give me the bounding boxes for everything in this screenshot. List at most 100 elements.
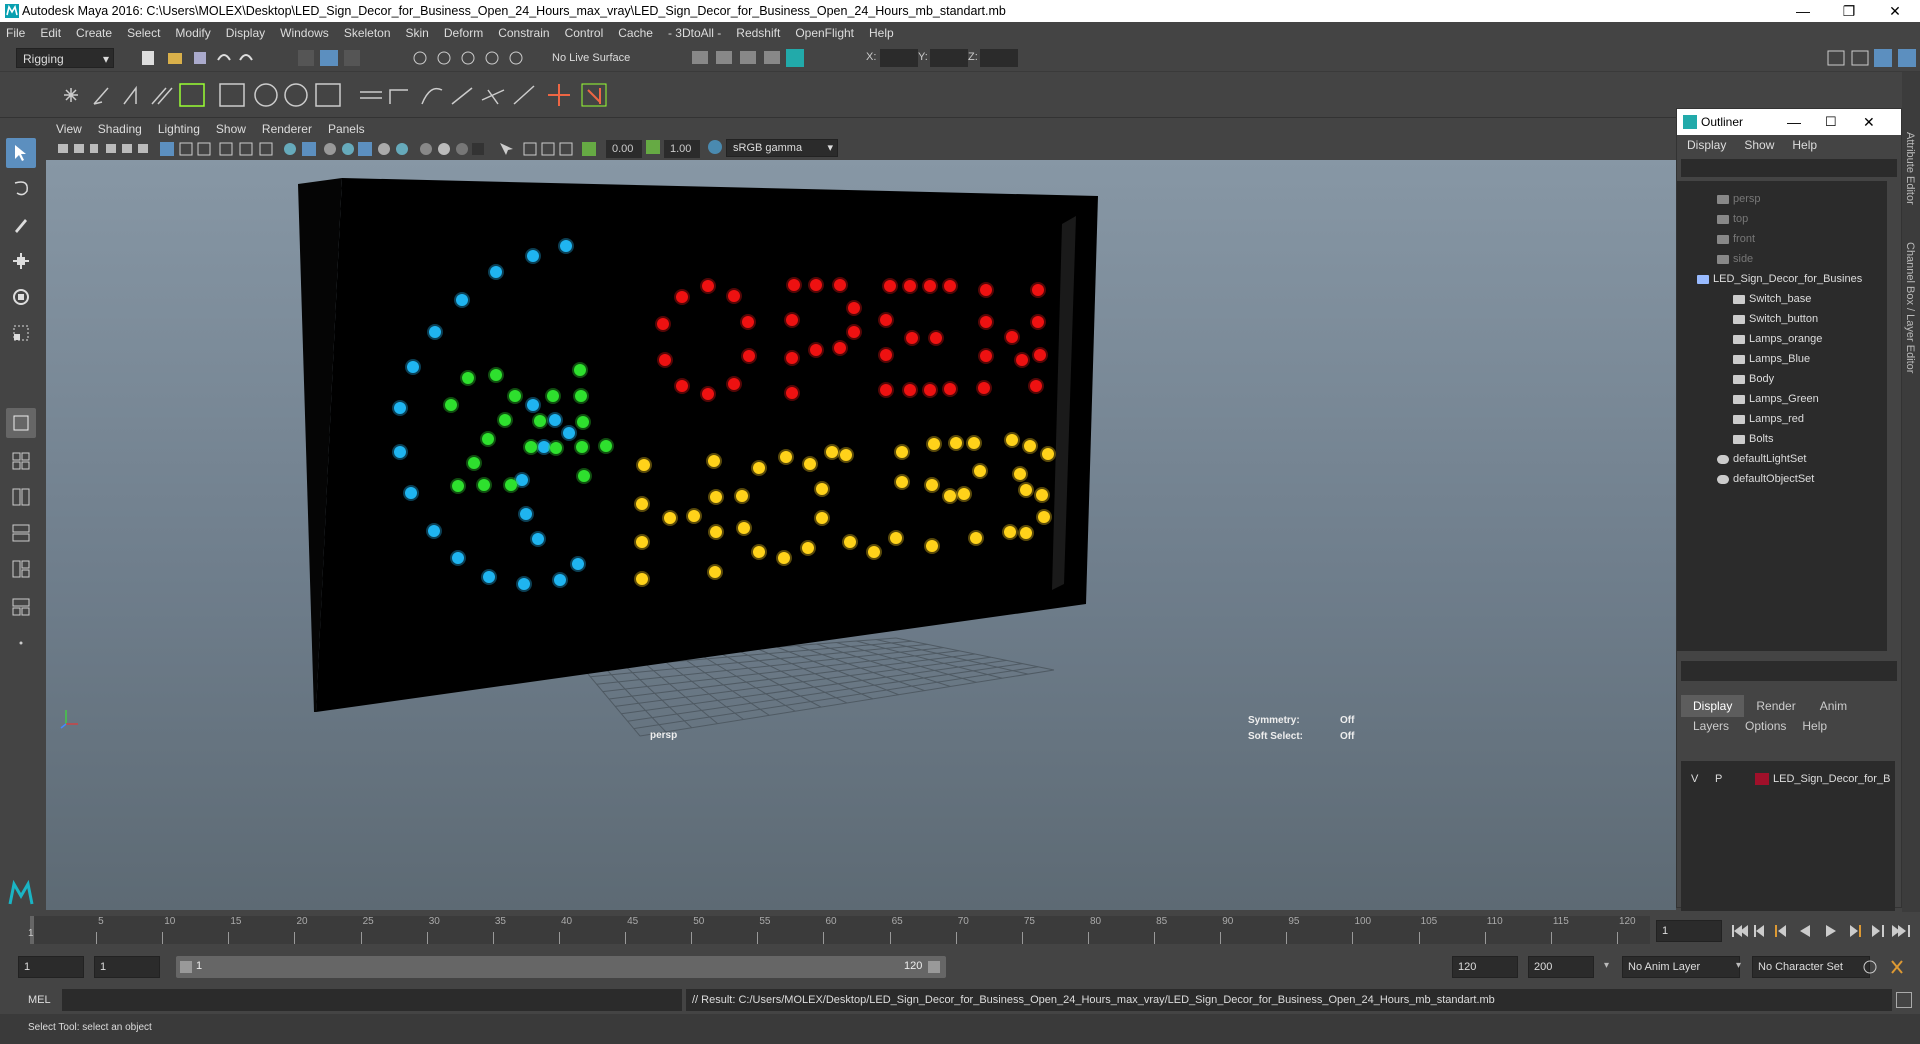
led-lamp[interactable] <box>688 510 700 522</box>
render-icons[interactable] <box>690 48 810 68</box>
four-view-icon[interactable] <box>6 446 36 476</box>
x-field[interactable] <box>880 49 918 67</box>
close-button[interactable]: ✕ <box>1872 0 1918 22</box>
led-lamp[interactable] <box>600 440 612 452</box>
led-lamp[interactable] <box>880 384 892 396</box>
led-lamp[interactable] <box>780 451 792 463</box>
led-lamp[interactable] <box>880 314 892 326</box>
led-lamp[interactable] <box>926 540 938 552</box>
led-lamp[interactable] <box>944 490 956 502</box>
outliner-item[interactable]: Body <box>1733 369 1774 389</box>
led-lamp[interactable] <box>576 441 588 453</box>
led-lamp[interactable] <box>549 414 561 426</box>
playback-start-field[interactable]: 1 <box>94 956 160 978</box>
led-lamp[interactable] <box>578 470 590 482</box>
script-editor-icon[interactable] <box>1896 992 1912 1008</box>
menu-create[interactable]: Create <box>76 26 112 40</box>
layer-playback-toggle[interactable]: P <box>1715 769 1722 789</box>
led-lamp[interactable] <box>636 498 648 510</box>
stacked-view-icon[interactable] <box>6 518 36 548</box>
menu-openflight[interactable]: OpenFlight <box>795 26 854 40</box>
led-lamp[interactable] <box>429 326 441 338</box>
range-start-handle[interactable] <box>180 961 192 973</box>
menu-display[interactable]: Display <box>226 26 265 40</box>
led-lamp[interactable] <box>710 491 722 503</box>
layer-menu-options[interactable]: Options <box>1745 719 1786 733</box>
led-lamp[interactable] <box>532 533 544 545</box>
led-lamp[interactable] <box>896 476 908 488</box>
outliner-menu-help[interactable]: Help <box>1792 138 1817 152</box>
led-lamp[interactable] <box>572 558 584 570</box>
led-lamp[interactable] <box>980 350 992 362</box>
led-lamp[interactable] <box>527 250 539 262</box>
snap-icons[interactable] <box>410 48 540 68</box>
character-set-dropdown[interactable]: No Character Set <box>1752 956 1870 978</box>
led-lamp[interactable] <box>518 578 530 590</box>
outliner-item[interactable]: Lamps_Blue <box>1733 349 1810 369</box>
led-lamp[interactable] <box>786 314 798 326</box>
led-lamp[interactable] <box>1004 526 1016 538</box>
led-lamp[interactable] <box>970 532 982 544</box>
led-lamp[interactable] <box>1036 489 1048 501</box>
exposure-field[interactable]: 0.00 <box>606 140 642 158</box>
led-lamp[interactable] <box>452 480 464 492</box>
led-lamp[interactable] <box>950 437 962 449</box>
led-lamp[interactable] <box>550 442 562 454</box>
gamma-toggle-icon[interactable] <box>646 140 660 154</box>
range-start-field[interactable]: 1 <box>18 956 84 978</box>
layer-visibility-toggle[interactable]: V <box>1691 769 1698 789</box>
led-lamp[interactable] <box>880 349 892 361</box>
led-lamp[interactable] <box>904 280 916 292</box>
playback-controls[interactable] <box>1730 922 1916 940</box>
viewport-menu-renderer[interactable]: Renderer <box>262 122 312 136</box>
led-lamp[interactable] <box>1034 349 1046 361</box>
rotate-tool-icon[interactable] <box>6 282 36 312</box>
led-lamp[interactable] <box>788 279 800 291</box>
scale-tool-icon[interactable] <box>6 318 36 348</box>
layer-color-swatch[interactable] <box>1755 773 1769 785</box>
range-bar[interactable]: 1 120 <box>176 956 946 978</box>
outliner-menu-display[interactable]: Display <box>1687 138 1726 152</box>
single-view-icon[interactable] <box>6 408 36 438</box>
led-lamp[interactable] <box>848 326 860 338</box>
led-lamp[interactable] <box>490 266 502 278</box>
led-lamp[interactable] <box>525 441 537 453</box>
led-lamp[interactable] <box>547 390 559 402</box>
led-lamp[interactable] <box>574 364 586 376</box>
led-lamp[interactable] <box>664 512 676 524</box>
led-lamp[interactable] <box>1006 331 1018 343</box>
led-lamp[interactable] <box>968 437 980 449</box>
led-lamp[interactable] <box>778 552 790 564</box>
led-lamp[interactable] <box>786 387 798 399</box>
layer-menu-help[interactable]: Help <box>1802 719 1827 733</box>
led-lamp[interactable] <box>482 433 494 445</box>
led-lamp[interactable] <box>980 316 992 328</box>
led-lamp[interactable] <box>478 479 490 491</box>
led-lamp[interactable] <box>405 487 417 499</box>
viewport-menu-view[interactable]: View <box>56 122 82 136</box>
led-lamp[interactable] <box>896 446 908 458</box>
mel-label[interactable]: MEL <box>28 994 51 1006</box>
viewport-menu-panels[interactable]: Panels <box>328 122 365 136</box>
led-lamp[interactable] <box>1032 316 1044 328</box>
outliner-item[interactable]: Bolts <box>1733 429 1773 449</box>
tab-render[interactable]: Render <box>1744 695 1807 717</box>
led-lamp[interactable] <box>753 462 765 474</box>
led-lamp[interactable] <box>1006 434 1018 446</box>
maximize-icon[interactable]: ☐ <box>1825 114 1837 130</box>
led-lamp[interactable] <box>709 566 721 578</box>
led-lamp[interactable] <box>527 399 539 411</box>
led-lamp[interactable] <box>563 427 575 439</box>
outliner-item[interactable]: persp <box>1717 189 1761 209</box>
minimize-icon[interactable]: — <box>1787 114 1801 130</box>
move-tool-icon[interactable] <box>6 246 36 276</box>
close-icon[interactable]: ✕ <box>1863 114 1875 131</box>
led-lamp[interactable] <box>1014 468 1026 480</box>
led-lamp[interactable] <box>1020 484 1032 496</box>
led-lamp[interactable] <box>676 291 688 303</box>
menu-skin[interactable]: Skin <box>406 26 429 40</box>
gamma-field[interactable]: 1.00 <box>664 140 700 158</box>
outliner-item[interactable]: top <box>1717 209 1748 229</box>
outliner-item[interactable]: Switch_base <box>1733 289 1811 309</box>
led-lamp[interactable] <box>804 458 816 470</box>
